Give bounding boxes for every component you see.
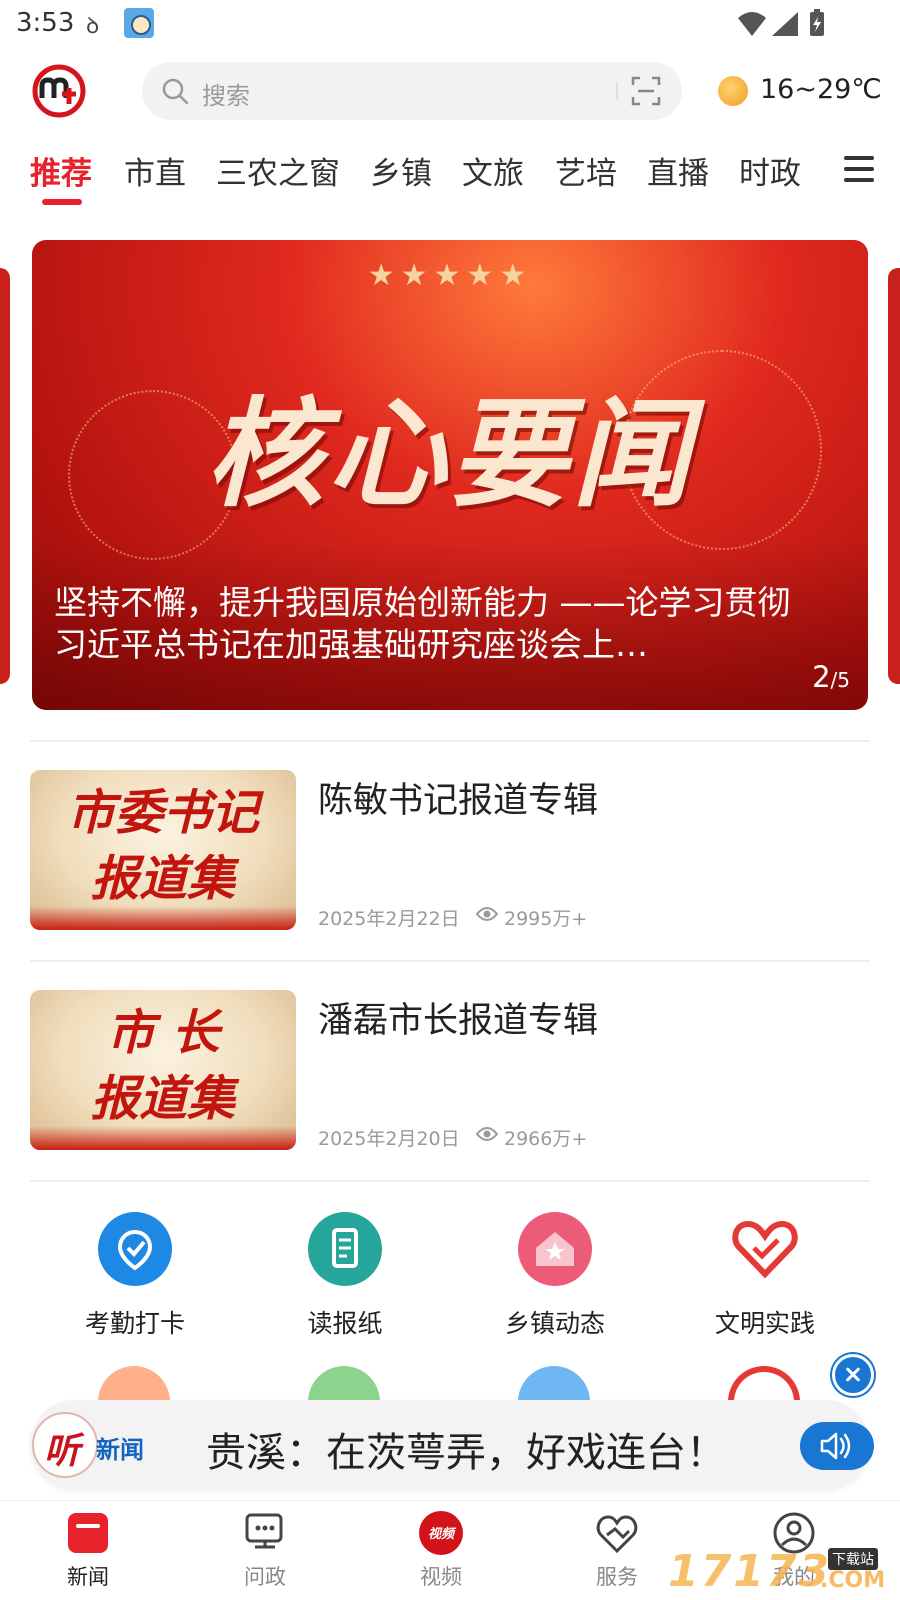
headline-banner[interactable]: ★★★★★ 核心要闻 坚持不懈，提升我国原始创新能力 ——论学习贯彻习近平总书记… bbox=[32, 240, 868, 710]
banner-headline: 核心要闻 bbox=[205, 384, 694, 523]
service-peek-icon bbox=[98, 1366, 170, 1402]
news-thumbnail: 市委书记 报道集 bbox=[30, 770, 296, 930]
scan-icon[interactable] bbox=[630, 75, 662, 107]
site-watermark: 17173 下载站 .COM bbox=[668, 1546, 886, 1597]
app-logo-icon[interactable] bbox=[32, 64, 86, 118]
service-peek-icon bbox=[308, 1366, 380, 1402]
notification-icon: ꝺ bbox=[86, 14, 100, 39]
news-icon bbox=[68, 1513, 108, 1553]
search-icon bbox=[162, 78, 189, 105]
service-civic-practice[interactable]: 文明实践 bbox=[660, 1212, 870, 1342]
menu-icon[interactable] bbox=[844, 156, 874, 182]
service-label: 乡镇动态 bbox=[504, 1309, 605, 1338]
nav-inquiry[interactable]: 问政 bbox=[205, 1501, 325, 1600]
news-thumbnail: 市 长 报道集 bbox=[30, 990, 296, 1150]
nav-news[interactable]: 新闻 bbox=[28, 1501, 148, 1600]
checkin-icon bbox=[98, 1212, 172, 1286]
tab-city[interactable]: 市直 bbox=[124, 148, 186, 193]
signal-icon bbox=[772, 12, 798, 36]
views-eye-icon bbox=[476, 1127, 498, 1141]
app-header: 搜索 16~29℃ bbox=[0, 52, 900, 132]
status-bar: 3:53 ꝺ bbox=[0, 0, 900, 48]
service-newspaper[interactable]: 读报纸 bbox=[240, 1212, 450, 1342]
news-date: 2025年2月22日 bbox=[318, 908, 460, 930]
tab-agriculture[interactable]: 三农之窗 bbox=[216, 148, 340, 193]
service-peek-icon bbox=[728, 1366, 800, 1402]
divider bbox=[30, 1180, 870, 1182]
channel-tabs: 推荐 市直 三农之窗 乡镇 文旅 艺培 直播 时政 bbox=[0, 148, 900, 212]
news-date: 2025年2月20日 bbox=[318, 1128, 460, 1150]
news-item[interactable]: 市 长 报道集 潘磊市长报道专辑 2025年2月20日 2966万+ bbox=[30, 990, 870, 1150]
nav-service[interactable]: 服务 bbox=[557, 1501, 677, 1600]
active-tab-indicator bbox=[42, 199, 82, 205]
service-icon bbox=[596, 1515, 638, 1554]
tab-live[interactable]: 直播 bbox=[647, 148, 709, 193]
tab-recommend[interactable]: 推荐 bbox=[30, 148, 92, 193]
tab-politics[interactable]: 时政 bbox=[739, 148, 801, 193]
speaker-button[interactable] bbox=[800, 1422, 874, 1470]
news-title[interactable]: 潘磊市长报道专辑 bbox=[318, 992, 598, 1043]
inquiry-icon bbox=[245, 1513, 283, 1549]
service-checkin[interactable]: 考勤打卡 bbox=[30, 1212, 240, 1342]
town-icon bbox=[518, 1212, 592, 1286]
service-label: 读报纸 bbox=[307, 1309, 383, 1338]
video-icon: 视频 bbox=[419, 1511, 463, 1555]
search-placeholder: 搜索 bbox=[202, 82, 250, 110]
close-audio-bar-button[interactable] bbox=[832, 1354, 874, 1396]
news-title[interactable]: 陈敏书记报道专辑 bbox=[318, 772, 598, 823]
tab-arts-training[interactable]: 艺培 bbox=[555, 148, 617, 193]
status-time: 3:53 bbox=[16, 8, 75, 38]
tab-culture-tourism[interactable]: 文旅 bbox=[462, 148, 524, 193]
news-item[interactable]: 市委书记 报道集 陈敏书记报道专辑 2025年2月22日 2995万+ bbox=[30, 770, 870, 930]
carousel-prev-peek[interactable] bbox=[0, 268, 10, 684]
banner-caption[interactable]: 坚持不懈，提升我国原始创新能力 ——论学习贯彻习近平总书记在加强基础研究座谈会上… bbox=[54, 582, 794, 666]
news-views: 2995万+ bbox=[504, 908, 588, 930]
banner-stars: ★★★★★ bbox=[367, 258, 533, 293]
heart-hands-icon bbox=[728, 1212, 802, 1286]
search-divider bbox=[616, 82, 618, 100]
views-eye-icon bbox=[476, 907, 498, 921]
search-bar[interactable]: 搜索 bbox=[142, 62, 682, 120]
service-label: 文明实践 bbox=[714, 1309, 815, 1338]
divider bbox=[30, 740, 870, 742]
tab-towns[interactable]: 乡镇 bbox=[370, 148, 432, 193]
weather-temperature[interactable]: 16~29℃ bbox=[760, 74, 882, 105]
listen-logo-icon bbox=[32, 1412, 98, 1478]
nav-video[interactable]: 视频 视频 bbox=[381, 1501, 501, 1600]
divider bbox=[30, 960, 870, 962]
wifi-icon bbox=[738, 12, 766, 36]
speaker-icon bbox=[820, 1432, 851, 1460]
weather-sun-icon[interactable] bbox=[718, 76, 748, 106]
carousel-page-indicator: 2/5 bbox=[812, 660, 850, 694]
carousel-next-peek[interactable] bbox=[888, 268, 900, 684]
newspaper-icon bbox=[308, 1212, 382, 1286]
service-peek-icon bbox=[518, 1366, 590, 1402]
connectivity-icons bbox=[738, 9, 824, 36]
audio-news-title[interactable]: 贵溪：在茨萼弄，好戏连台！ bbox=[206, 1420, 726, 1478]
app-notification-icon bbox=[124, 8, 154, 38]
audio-logo-text: 新闻 bbox=[96, 1436, 144, 1464]
news-views: 2966万+ bbox=[504, 1128, 588, 1150]
service-town-news[interactable]: 乡镇动态 bbox=[450, 1212, 660, 1342]
audio-news-bar[interactable]: 新闻 贵溪：在茨萼弄，好戏连台！ bbox=[30, 1400, 874, 1490]
service-label: 考勤打卡 bbox=[84, 1309, 185, 1338]
